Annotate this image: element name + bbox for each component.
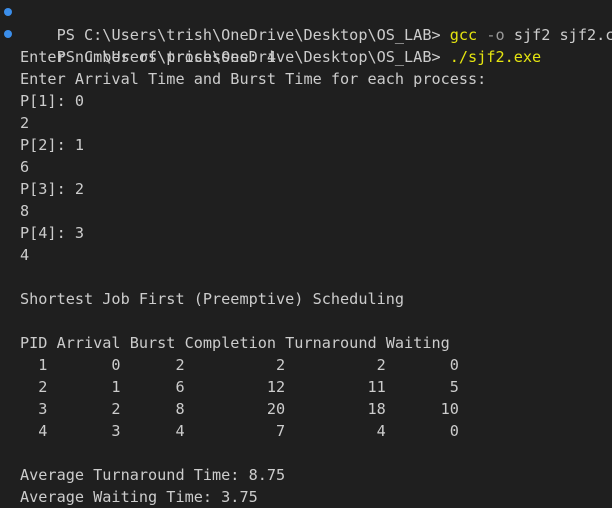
command-status-dot-icon[interactable]: [4, 8, 12, 16]
output-line: 6: [20, 158, 30, 176]
average-waiting-line: Average Waiting Time: 3.75: [20, 488, 258, 506]
command-line-1: PS C:\Users\trish\OneDrive\Desktop\OS_LA…: [0, 2, 612, 44]
output-line: 2: [20, 114, 30, 132]
output-line: P[1]: 0: [20, 92, 85, 110]
output-line: Shortest Job First (Preemptive) Scheduli…: [20, 290, 405, 308]
table-header: PID Arrival Burst Completion Turnaround …: [20, 334, 450, 352]
table-row: 1 0 2 2 2 0: [20, 356, 459, 374]
table-row: 3 2 8 20 18 10: [20, 400, 459, 418]
output-line: 4: [20, 246, 30, 264]
output-line: Enter Arrival Time and Burst Time for ea…: [20, 70, 487, 88]
output-line: Enter number of processes: 4: [20, 48, 277, 66]
average-turnaround-line: Average Turnaround Time: 8.75: [20, 466, 286, 484]
command-status-dot-icon[interactable]: [4, 30, 12, 38]
output-line: P[3]: 2: [20, 180, 85, 198]
table-row: 2 1 6 12 11 5: [20, 378, 459, 396]
output-line: P[2]: 1: [20, 136, 85, 154]
output-line: 8: [20, 202, 30, 220]
output-line: P[4]: 3: [20, 224, 85, 242]
table-row: 4 3 4 7 4 0: [20, 422, 459, 440]
terminal-panel[interactable]: PS C:\Users\trish\OneDrive\Desktop\OS_LA…: [0, 2, 612, 507]
command-line-2: PS C:\Users\trish\OneDrive\Desktop\OS_LA…: [0, 24, 612, 66]
